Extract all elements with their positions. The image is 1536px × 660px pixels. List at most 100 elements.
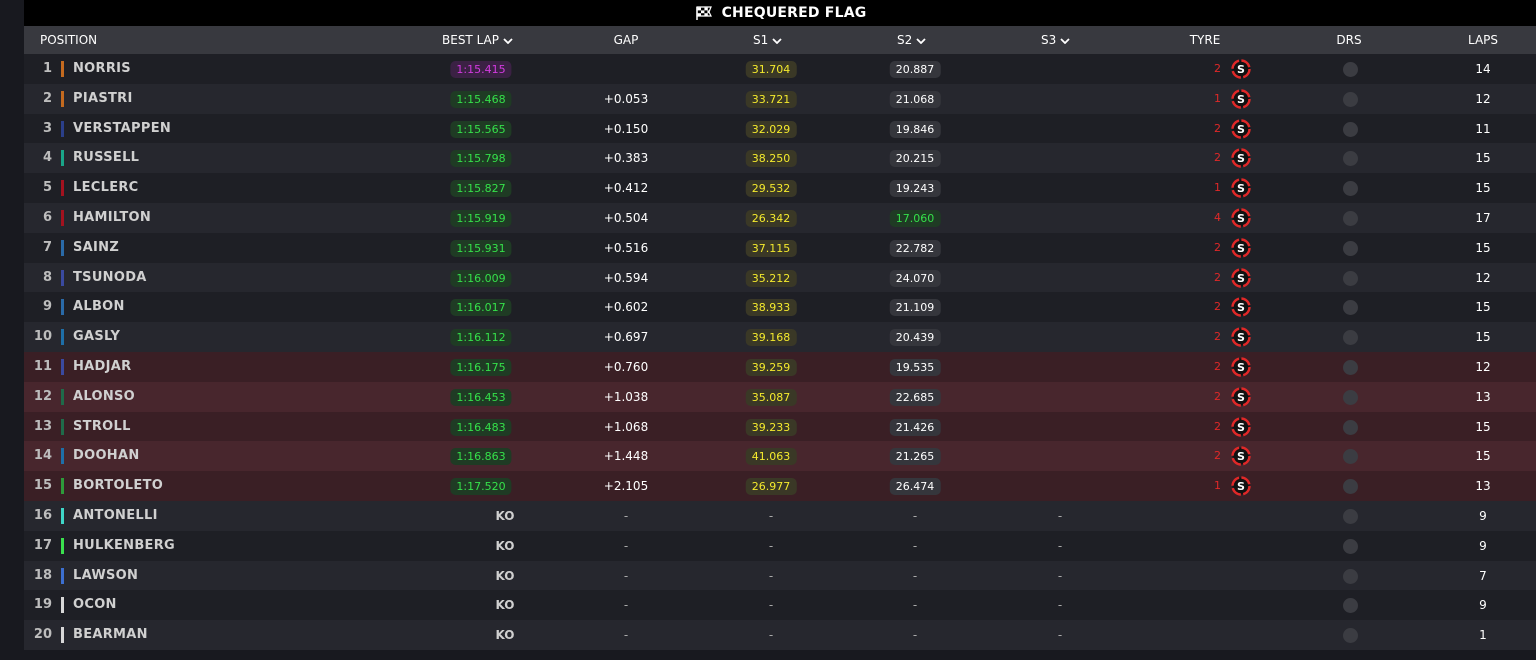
soft-tyre-icon: S <box>1231 118 1251 139</box>
column-best-lap[interactable]: BEST LAP <box>442 26 513 54</box>
drs-indicator <box>1343 360 1358 375</box>
driver-name[interactable]: LECLERC <box>73 173 139 203</box>
sector-1-time: 38.933 <box>745 299 797 317</box>
table-row[interactable]: 20 BEARMAN KO - - - - 1 <box>24 620 1536 651</box>
driver-name[interactable]: HADJAR <box>73 352 131 382</box>
table-row[interactable]: 11 HADJAR 1:16.175 +0.760 39.259 19.535 2 S 12 <box>24 352 1536 382</box>
driver-name[interactable]: DOOHAN <box>73 441 140 471</box>
chevron-down-icon[interactable] <box>916 37 926 44</box>
position-number: 13 <box>33 418 52 434</box>
team-color-bar <box>61 537 64 554</box>
chevron-down-icon[interactable] <box>772 37 782 44</box>
position-number: 5 <box>42 180 52 196</box>
gap-to-leader: +1.448 <box>603 449 649 464</box>
tyre-age: 2 <box>1214 389 1221 403</box>
sector-2-time: - <box>912 568 918 583</box>
team-color-bar <box>61 239 64 256</box>
table-row[interactable]: 10 GASLY 1:16.112 +0.697 39.168 20.439 2 S 15 <box>24 322 1536 353</box>
table-row[interactable]: 7 SAINZ 1:15.931 +0.516 37.115 22.782 2 S 15 <box>24 232 1536 263</box>
driver-name[interactable]: HULKENBERG <box>73 531 175 561</box>
driver-name[interactable]: STROLL <box>73 412 131 442</box>
column-position[interactable]: POSITION <box>40 26 97 54</box>
sector-2-time: 22.782 <box>889 239 941 257</box>
column-gap[interactable]: GAP <box>614 26 639 54</box>
driver-name[interactable]: PIASTRI <box>73 84 133 114</box>
position-number: 11 <box>33 359 52 374</box>
tyre-age: 1 <box>1214 479 1221 493</box>
sector-2-time: 19.535 <box>889 359 941 376</box>
table-row[interactable]: 17 HULKENBERG KO - - - - 9 <box>24 530 1536 561</box>
chevron-down-icon[interactable] <box>1060 37 1070 44</box>
position-number: 1 <box>42 61 52 76</box>
lap-count: 13 <box>1475 479 1491 494</box>
table-row[interactable]: 2 PIASTRI 1:15.468 +0.053 33.721 21.068 1 S 12 <box>24 83 1536 114</box>
column-s3[interactable]: S3 <box>1041 26 1070 54</box>
position-number: 17 <box>33 537 52 553</box>
column-s2-label: S2 <box>897 33 913 47</box>
lap-count: 12 <box>1475 360 1491 374</box>
driver-name[interactable]: HAMILTON <box>73 203 151 233</box>
tyre-compound-label: S <box>1237 361 1245 374</box>
table-row[interactable]: 5 LECLERC 1:15.827 +0.412 29.532 19.243 1 S 15 <box>24 173 1536 204</box>
driver-name[interactable]: RUSSELL <box>73 143 139 173</box>
table-row[interactable]: 16 ANTONELLI KO - - - - 9 <box>24 501 1536 531</box>
table-row[interactable]: 3 VERSTAPPEN 1:15.565 +0.150 32.029 19.846 2 S 1… <box>24 113 1536 144</box>
driver-name[interactable]: SAINZ <box>73 233 119 263</box>
lap-count: 11 <box>1475 121 1491 136</box>
sector-2-time: 21.265 <box>889 448 941 466</box>
column-s1-label: S1 <box>753 33 769 47</box>
sector-2-time: - <box>912 598 918 613</box>
drs-indicator <box>1343 449 1358 465</box>
tyre-compound-label: S <box>1237 450 1245 463</box>
lap-count: 15 <box>1475 240 1491 255</box>
gap-to-leader: +0.412 <box>603 181 649 196</box>
soft-tyre-icon: S <box>1231 297 1251 318</box>
driver-name[interactable]: NORRIS <box>73 54 131 84</box>
position-number: 7 <box>42 239 52 255</box>
table-row[interactable]: 12 ALONSO 1:16.453 +1.038 35.087 22.685 2 S 13 <box>24 381 1536 412</box>
column-tyre[interactable]: TYRE <box>1190 26 1221 54</box>
column-laps[interactable]: LAPS <box>1468 26 1498 54</box>
team-color-bar <box>61 448 64 465</box>
sector-1-time: 38.250 <box>745 150 797 168</box>
table-row[interactable]: 4 RUSSELL 1:15.798 +0.383 38.250 20.215 2 S 15 <box>24 143 1536 174</box>
driver-name[interactable]: ALBON <box>73 292 125 322</box>
table-row[interactable]: 15 BORTOLETO 1:17.520 +2.105 26.977 26.474 1 S 1… <box>24 471 1536 502</box>
driver-name[interactable]: VERSTAPPEN <box>73 114 171 144</box>
table-row[interactable]: 14 DOOHAN 1:16.863 +1.448 41.063 21.265 2 S 15 <box>24 441 1536 472</box>
sector-2-time: 19.243 <box>889 180 941 198</box>
table-row[interactable]: 6 HAMILTON 1:15.919 +0.504 26.342 17.060 4 S 17 <box>24 203 1536 233</box>
best-lap-time: 1:15.468 <box>450 90 512 108</box>
best-lap-time: 1:16.863 <box>450 448 512 466</box>
lap-count: 9 <box>1479 509 1487 523</box>
driver-name[interactable]: LAWSON <box>73 561 138 591</box>
sector-1-time: - <box>768 628 774 643</box>
driver-name[interactable]: TSUNODA <box>73 263 147 293</box>
driver-name[interactable]: OCON <box>73 590 117 620</box>
driver-name[interactable]: ANTONELLI <box>73 501 158 531</box>
table-row[interactable]: 9 ALBON 1:16.017 +0.602 38.933 21.109 2 S 15 <box>24 292 1536 323</box>
tyre-age: 2 <box>1214 449 1221 463</box>
soft-tyre-icon: S <box>1231 238 1251 258</box>
position-number: 9 <box>42 299 52 315</box>
sector-1-time: 32.029 <box>745 120 797 138</box>
driver-name[interactable]: BORTOLETO <box>73 471 163 501</box>
best-lap-time: KO <box>495 509 515 523</box>
driver-name[interactable]: GASLY <box>73 322 120 352</box>
drs-indicator <box>1343 151 1358 167</box>
sector-3-time: - <box>1057 538 1063 553</box>
table-row[interactable]: 19 OCON KO - - - - 9 <box>24 590 1536 621</box>
column-s1[interactable]: S1 <box>753 26 782 54</box>
table-row[interactable]: 1 NORRIS 1:15.415 31.704 20.887 2 S 14 <box>24 54 1536 84</box>
table-row[interactable]: 8 TSUNODA 1:16.009 +0.594 35.212 24.070 2 S 12 <box>24 262 1536 293</box>
lap-count: 9 <box>1479 538 1487 553</box>
table-row[interactable]: 13 STROLL 1:16.483 +1.068 39.233 21.426 2 S 15 <box>24 411 1536 442</box>
table-header: POSITION BEST LAP GAP S1 S2 S3 TYRE DRS … <box>24 26 1536 54</box>
column-drs[interactable]: DRS <box>1336 26 1361 54</box>
driver-name[interactable]: BEARMAN <box>73 620 148 650</box>
table-row[interactable]: 18 LAWSON KO - - - - 7 <box>24 560 1536 591</box>
driver-name[interactable]: ALONSO <box>73 382 135 412</box>
drs-indicator <box>1343 91 1358 107</box>
chevron-down-icon[interactable] <box>503 37 513 44</box>
column-s2[interactable]: S2 <box>897 26 926 54</box>
